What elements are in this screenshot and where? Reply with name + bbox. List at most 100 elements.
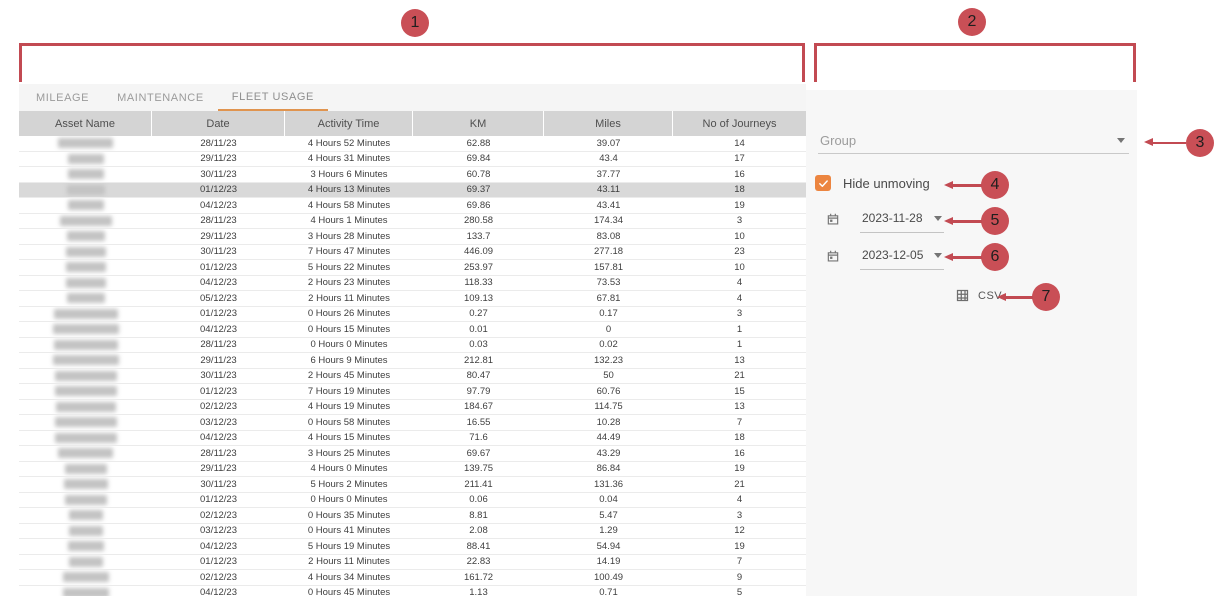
table-row[interactable]: 02/12/23 4 Hours 34 Minutes 161.72 100.4… [19,570,806,586]
asset-redaction [55,433,117,443]
group-dropdown[interactable]: Group [818,127,1129,154]
journeys-cell: 16 [673,167,806,182]
miles-cell: 5.47 [544,508,673,523]
table-row[interactable]: 04/12/23 4 Hours 58 Minutes 69.86 43.41 … [19,198,806,214]
miles-cell: 132.23 [544,353,673,368]
asset-name-cell [19,415,152,430]
activity-time-cell: 3 Hours 6 Minutes [285,167,413,182]
asset-name-cell [19,353,152,368]
date-cell: 29/11/23 [152,353,285,368]
asset-redaction [64,479,108,489]
chevron-down-icon [934,253,942,258]
table-row[interactable]: 01/12/23 5 Hours 22 Minutes 253.97 157.8… [19,260,806,276]
asset-name-cell [19,214,152,229]
tab-fleet-usage[interactable]: FLEET USAGE [218,84,328,111]
miles-cell: 114.75 [544,400,673,415]
arrow-left-icon [944,217,953,225]
activity-time-cell: 5 Hours 22 Minutes [285,260,413,275]
date-cell: 28/11/23 [152,136,285,151]
asset-redaction [54,309,118,319]
tab-maintenance[interactable]: MAINTENANCE [103,84,218,111]
asset-redaction [68,200,104,210]
table-row[interactable]: 04/12/23 2 Hours 23 Minutes 118.33 73.53… [19,276,806,292]
asset-name-cell [19,276,152,291]
table-row[interactable]: 29/11/23 4 Hours 0 Minutes 139.75 86.84 … [19,462,806,478]
annotation-marker-4: 4 [981,171,1009,199]
annotation-marker-6: 6 [981,243,1009,271]
date-cell: 04/12/23 [152,431,285,446]
table-row[interactable]: 01/12/23 7 Hours 19 Minutes 97.79 60.76 … [19,384,806,400]
table-row[interactable]: 30/11/23 7 Hours 47 Minutes 446.09 277.1… [19,245,806,261]
table-row[interactable]: 30/11/23 5 Hours 2 Minutes 211.41 131.36… [19,477,806,493]
column-header-activity-time[interactable]: Activity Time [285,111,413,136]
asset-name-cell [19,307,152,322]
asset-name-cell [19,369,152,384]
date-cell: 30/11/23 [152,477,285,492]
annotation-marker-5: 5 [981,207,1009,235]
date-cell: 01/12/23 [152,555,285,570]
asset-name-cell [19,152,152,167]
table-row[interactable]: 29/11/23 6 Hours 9 Minutes 212.81 132.23… [19,353,806,369]
date-to-picker[interactable]: 2023-12-05 [860,248,944,270]
asset-redaction [69,557,103,567]
journeys-cell: 10 [673,260,806,275]
column-header-date[interactable]: Date [152,111,285,136]
table-row[interactable]: 05/12/23 2 Hours 11 Minutes 109.13 67.81… [19,291,806,307]
column-header-asset-name[interactable]: Asset Name [19,111,152,136]
date-cell: 01/12/23 [152,183,285,198]
date-from-picker[interactable]: 2023-11-28 [860,211,944,233]
table-row[interactable]: 30/11/23 3 Hours 6 Minutes 60.78 37.77 1… [19,167,806,183]
table-row[interactable]: 01/12/23 0 Hours 26 Minutes 0.27 0.17 3 [19,307,806,323]
journeys-cell: 21 [673,477,806,492]
asset-redaction [67,231,105,241]
table-row[interactable]: 01/12/23 0 Hours 0 Minutes 0.06 0.04 4 [19,493,806,509]
table-row[interactable]: 28/11/23 3 Hours 25 Minutes 69.67 43.29 … [19,446,806,462]
date-cell: 30/11/23 [152,245,285,260]
km-cell: 71.6 [413,431,544,446]
column-header-km[interactable]: KM [413,111,544,136]
asset-redaction [56,402,116,412]
activity-time-cell: 5 Hours 2 Minutes [285,477,413,492]
km-cell: 97.79 [413,384,544,399]
table-row[interactable]: 04/12/23 5 Hours 19 Minutes 88.41 54.94 … [19,539,806,555]
km-cell: 69.37 [413,183,544,198]
km-cell: 161.72 [413,570,544,585]
table-row[interactable]: 29/11/23 4 Hours 31 Minutes 69.84 43.4 1… [19,152,806,168]
activity-time-cell: 5 Hours 19 Minutes [285,539,413,554]
table-row[interactable]: 04/12/23 0 Hours 45 Minutes 1.13 0.71 5 [19,586,806,596]
miles-cell: 174.34 [544,214,673,229]
date-from-value: 2023-11-28 [862,211,923,225]
table-row[interactable]: 30/11/23 2 Hours 45 Minutes 80.47 50 21 [19,369,806,385]
table-row[interactable]: 04/12/23 0 Hours 15 Minutes 0.01 0 1 [19,322,806,338]
activity-time-cell: 2 Hours 11 Minutes [285,555,413,570]
column-header-miles[interactable]: Miles [544,111,673,136]
asset-redaction [63,572,109,582]
asset-name-cell [19,462,152,477]
table-row[interactable]: 02/12/23 0 Hours 35 Minutes 8.81 5.47 3 [19,508,806,524]
asset-name-cell [19,198,152,213]
activity-time-cell: 4 Hours 31 Minutes [285,152,413,167]
table-row[interactable]: 03/12/23 0 Hours 41 Minutes 2.08 1.29 12 [19,524,806,540]
table-row[interactable]: 04/12/23 4 Hours 15 Minutes 71.6 44.49 1… [19,431,806,447]
column-header-no-of-journeys[interactable]: No of Journeys [673,111,806,136]
miles-cell: 43.4 [544,152,673,167]
table-row[interactable]: 02/12/23 4 Hours 19 Minutes 184.67 114.7… [19,400,806,416]
export-csv-button[interactable]: CSV [955,288,1002,303]
table-row[interactable]: 01/12/23 2 Hours 11 Minutes 22.83 14.19 … [19,555,806,571]
tab-mileage[interactable]: MILEAGE [22,84,103,111]
km-cell: 212.81 [413,353,544,368]
km-cell: 22.83 [413,555,544,570]
date-cell: 30/11/23 [152,369,285,384]
asset-redaction [67,293,105,303]
table-row[interactable]: 28/11/23 0 Hours 0 Minutes 0.03 0.02 1 [19,338,806,354]
journeys-cell: 19 [673,539,806,554]
table-row[interactable]: 03/12/23 0 Hours 58 Minutes 16.55 10.28 … [19,415,806,431]
miles-cell: 50 [544,369,673,384]
table-row[interactable]: 01/12/23 4 Hours 13 Minutes 69.37 43.11 … [19,183,806,199]
table-row[interactable]: 28/11/23 4 Hours 1 Minutes 280.58 174.34… [19,214,806,230]
km-cell: 109.13 [413,291,544,306]
table-row[interactable]: 29/11/23 3 Hours 28 Minutes 133.7 83.08 … [19,229,806,245]
table-row[interactable]: 28/11/23 4 Hours 52 Minutes 62.88 39.07 … [19,136,806,152]
miles-cell: 14.19 [544,555,673,570]
hide-unmoving-checkbox[interactable] [815,175,831,191]
